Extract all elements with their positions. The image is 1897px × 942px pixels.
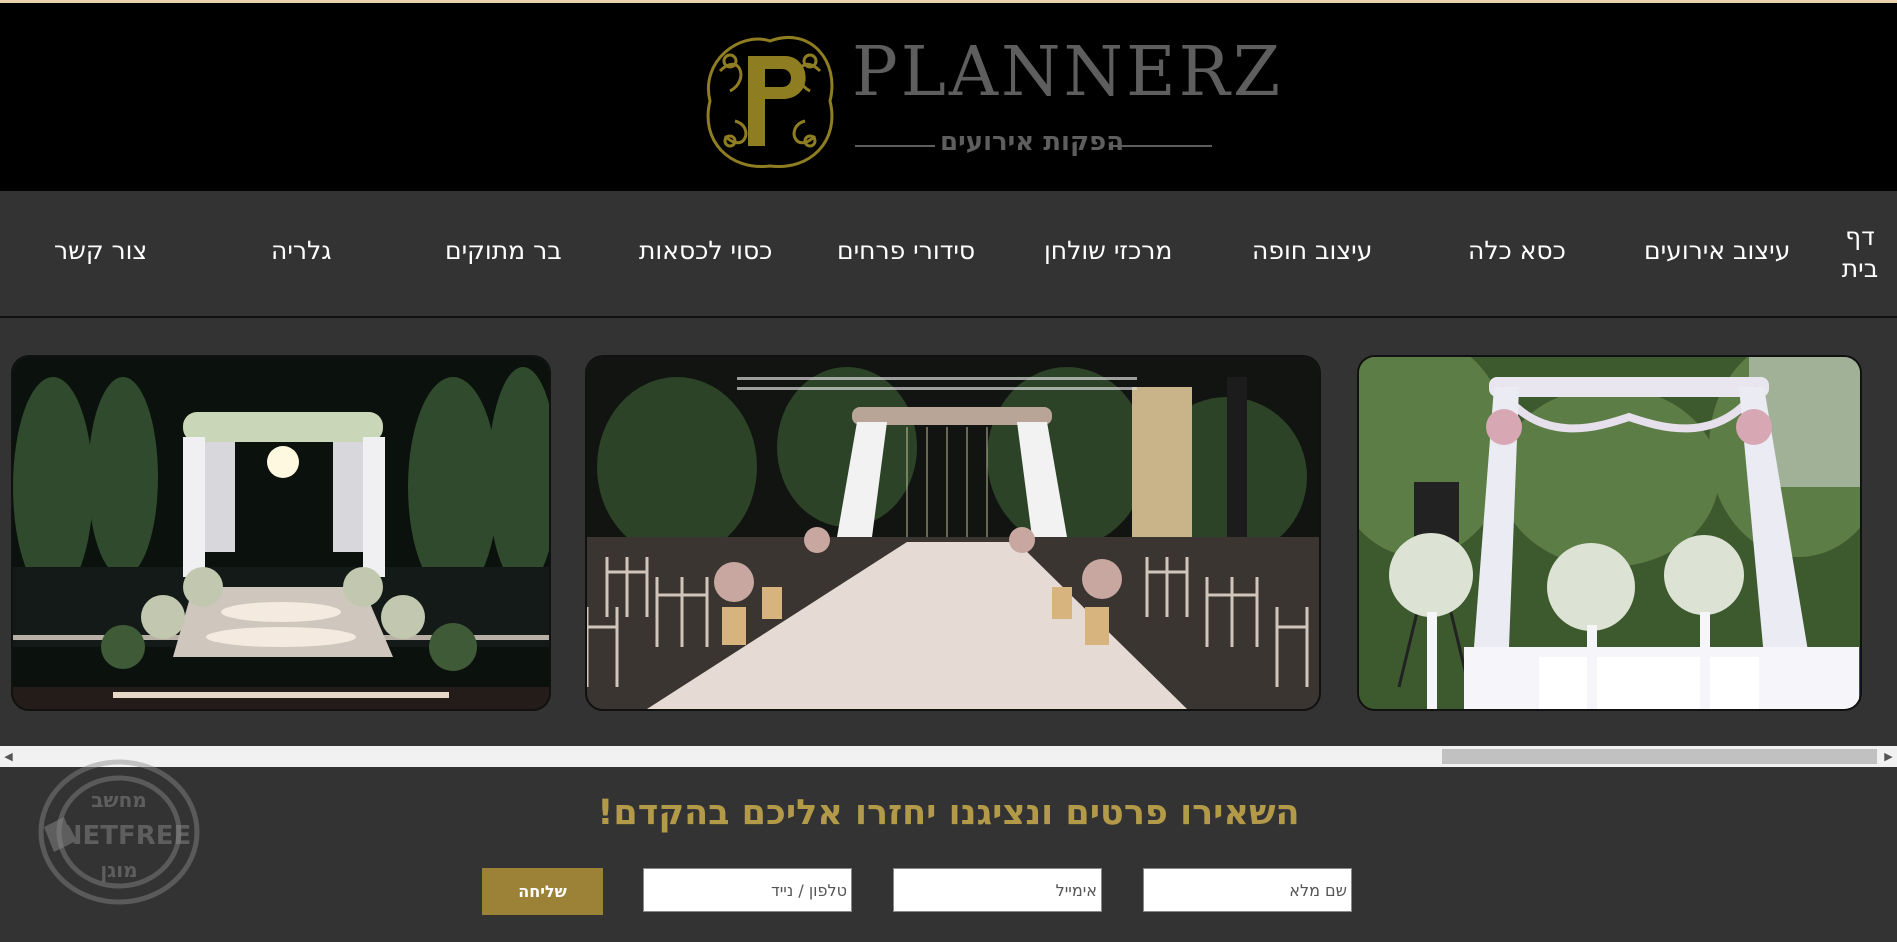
netfree-badge-icon: מחשב NETFREE מוגן: [38, 759, 200, 905]
nav-item-chair-covers[interactable]: כסוי לכסאות: [639, 236, 772, 265]
chuppah-aisle-lanterns-photo[interactable]: [585, 355, 1321, 711]
photo-gallery-strip: [0, 318, 1897, 746]
nav-item-centerpieces[interactable]: מרכזי שולחן: [1044, 236, 1172, 265]
nav-item-contact[interactable]: צור קשר: [54, 236, 147, 265]
email-input[interactable]: [893, 868, 1102, 912]
logo-divider-left: [855, 145, 935, 147]
nav-item-bride-chair[interactable]: כסא כלה: [1468, 236, 1566, 265]
scrollbar-thumb[interactable]: [1442, 749, 1877, 764]
nav-item-gallery[interactable]: גלריה: [271, 236, 332, 265]
contact-form-section: השאירו פרטים ונציגנו יחזרו אליכם בהקדם! …: [0, 767, 1897, 942]
badge-middle-text: NETFREE: [61, 821, 192, 851]
submit-button[interactable]: שליחה: [482, 868, 603, 915]
arrow-left-icon[interactable]: ◀: [0, 746, 17, 767]
logo-tagline: הפקות אירועים: [940, 127, 1125, 157]
logo-brand-name: PLANNERZ: [852, 33, 1284, 112]
badge-top-text: מחשב: [91, 788, 147, 812]
horizontal-scrollbar[interactable]: ◀ ▶: [0, 746, 1897, 767]
nav-item-chuppah-design[interactable]: עיצוב חופה: [1252, 236, 1372, 265]
arrow-right-icon[interactable]: ▶: [1880, 746, 1897, 767]
badge-bottom-text: מוגן: [100, 858, 137, 882]
nav-item-flower-arrangements[interactable]: סידורי פרחים: [837, 236, 975, 265]
phone-input[interactable]: [643, 868, 852, 912]
site-header: PLANNERZ הפקות אירועים: [0, 3, 1897, 191]
contact-form-heading: השאירו פרטים ונציגנו יחזרו אליכם בהקדם!: [597, 793, 1300, 833]
nav-item-event-design[interactable]: עיצוב אירועים: [1644, 236, 1790, 265]
logo-divider-right: [1110, 145, 1212, 147]
white-chuppah-garden-photo[interactable]: [1357, 355, 1862, 711]
site-logo[interactable]: PLANNERZ הפקות אירועים: [690, 21, 1280, 181]
nav-item-candy-bar[interactable]: בר מתוקים: [445, 236, 562, 265]
logo-monogram-icon: [706, 35, 834, 169]
full-name-input[interactable]: [1143, 868, 1352, 912]
night-chuppah-pool-photo[interactable]: [11, 355, 551, 711]
main-navigation: דף בית עיצוב אירועים כסא כלה עיצוב חופה …: [0, 191, 1897, 318]
nav-item-home[interactable]: דף בית: [1836, 221, 1884, 285]
